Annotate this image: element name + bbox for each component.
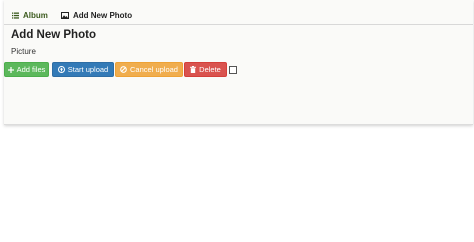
tab-add-new-photo-label: Add New Photo	[73, 10, 133, 20]
delete-label: Delete	[199, 65, 221, 74]
start-upload-button[interactable]: Start upload	[52, 62, 114, 77]
delete-button[interactable]: Delete	[184, 62, 227, 77]
trash-icon	[190, 66, 197, 73]
page-title: Add New Photo	[11, 29, 96, 41]
list-icon	[12, 12, 19, 19]
tab-album[interactable]: Album	[12, 6, 48, 24]
start-upload-label: Start upload	[67, 65, 109, 74]
add-files-button[interactable]: Add files	[4, 62, 49, 77]
cancel-upload-label: Cancel upload	[130, 65, 178, 74]
cancel-upload-button[interactable]: Cancel upload	[115, 62, 183, 77]
add-files-label: Add files	[16, 65, 46, 74]
plus-icon	[7, 66, 14, 73]
picture-label: Picture	[11, 47, 36, 56]
select-all-checkbox[interactable]	[229, 66, 237, 74]
image-icon	[61, 11, 69, 19]
tab-add-new-photo[interactable]: Add New Photo	[61, 6, 132, 24]
tab-bar: Album Add New Photo	[4, 6, 473, 25]
ban-icon	[120, 66, 127, 73]
upload-panel: Album Add New Photo Add New Photo Pictur…	[4, 0, 473, 125]
tab-album-label: Album	[23, 10, 48, 20]
upload-icon	[57, 66, 65, 73]
